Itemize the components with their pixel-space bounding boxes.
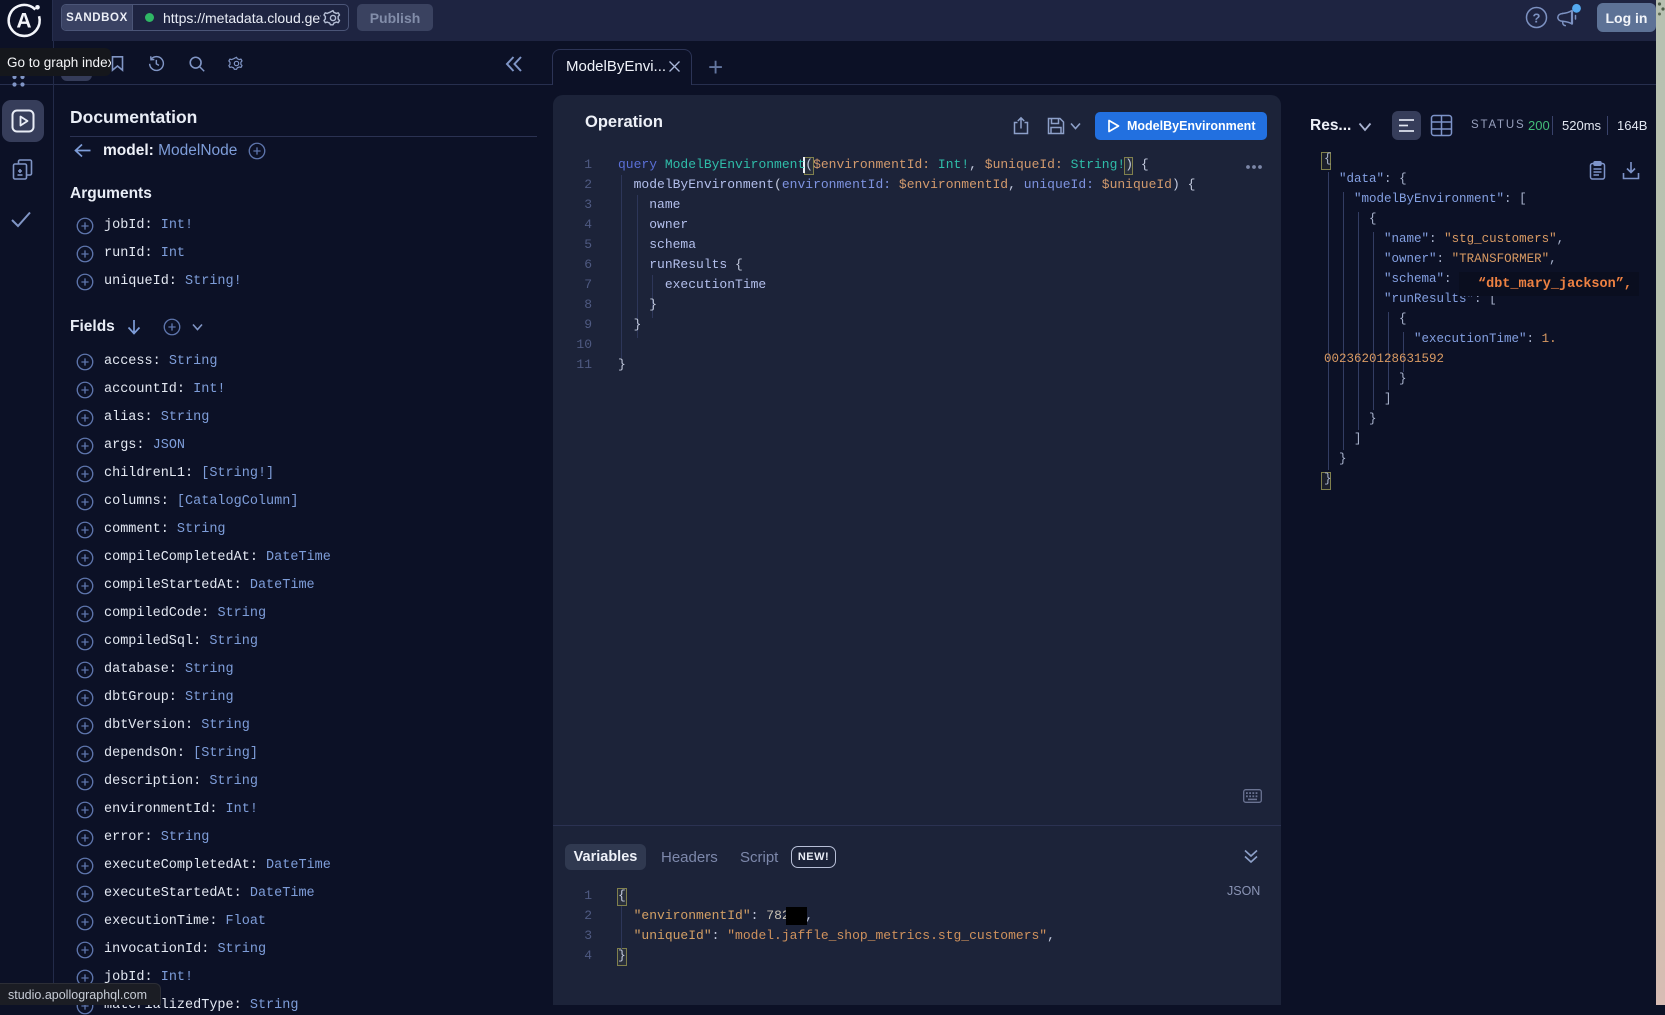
svg-text:?: ? (1533, 10, 1541, 25)
svg-text:A: A (16, 10, 31, 33)
